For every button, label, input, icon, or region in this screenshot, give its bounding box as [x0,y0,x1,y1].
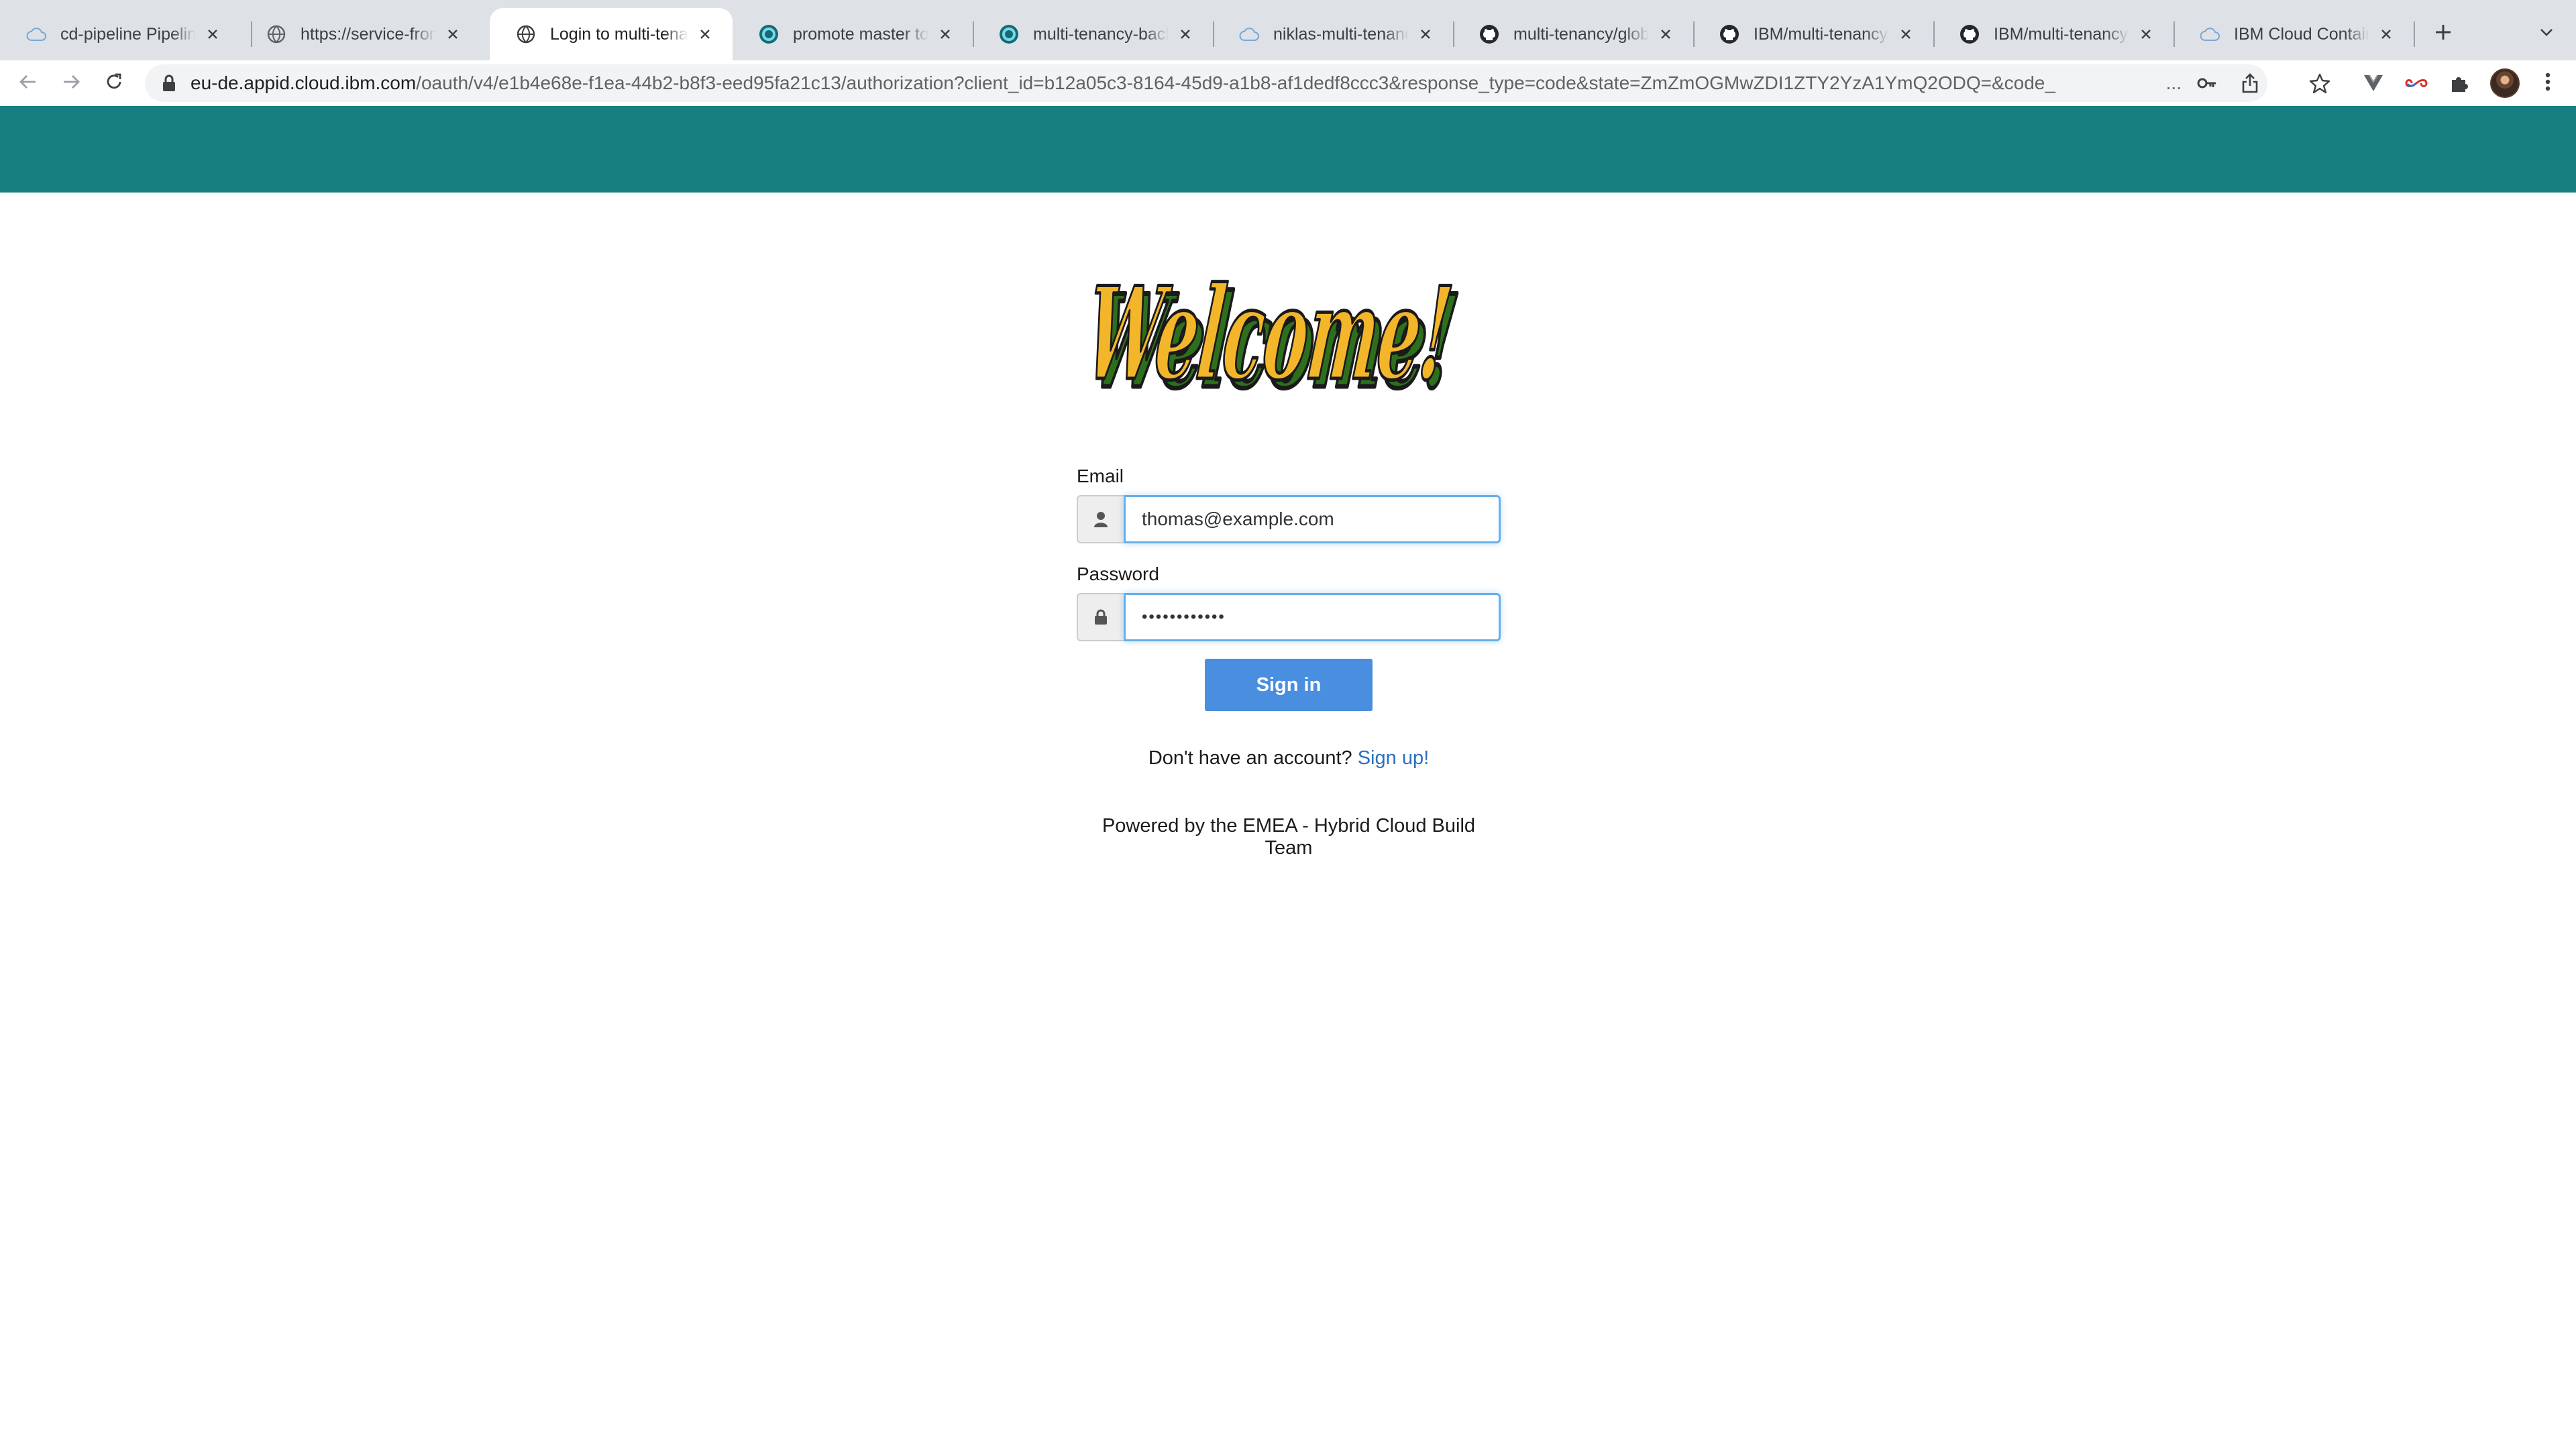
password-input-group [1077,593,1501,641]
forward-button[interactable] [55,67,87,99]
arrow-right-icon [61,72,81,95]
url-ellipsis: ... [2165,72,2182,93]
tab-ibm-cloud-containers[interactable]: IBM Cloud Containers [2174,8,2414,60]
welcome-logo-text: Welcome! [1093,258,1458,408]
plus-icon [2434,23,2453,45]
tab-title: Login to multi-tenancy [550,24,688,44]
tab-search-button[interactable] [2530,17,2563,50]
password-label: Password [1077,564,1159,584]
arrow-left-icon [18,72,38,95]
toolchain-icon [998,23,1020,45]
sign-in-button[interactable]: Sign in [1205,659,1373,711]
close-icon[interactable] [2136,24,2156,44]
toolchain-icon [758,23,780,45]
more-vert-icon [2545,72,2551,95]
close-icon[interactable] [1656,24,1676,44]
tab-niklas-multi-tenancy[interactable]: niklas-multi-tenancy [1213,8,1453,60]
tab-ibm-multi-tenancy-frontend[interactable]: IBM/multi-tenancy-frontend [1933,8,2174,60]
close-icon[interactable] [443,24,463,44]
globe-icon [515,23,537,45]
password-field[interactable] [1124,593,1501,641]
cloud-icon [25,23,47,45]
close-icon[interactable] [1415,24,1436,44]
sign-up-link[interactable]: Sign up! [1358,747,1429,769]
browser-toolbar: eu-de.appid.cloud.ibm.com/oauth/v4/e1b4e… [0,60,2576,106]
tab-multi-tenancy-global[interactable]: multi-tenancy/global [1453,8,1693,60]
powered-by-footer: Powered by the EMEA - Hybrid Cloud Build… [1102,815,1476,859]
tab-service-frontend[interactable]: https://service-frontend [240,8,480,60]
signup-prompt: Don't have an account? [1148,747,1352,769]
lock-icon [160,74,178,93]
tab-promote-master[interactable]: promote master to test [733,8,973,60]
tab-login-active[interactable]: Login to multi-tenancy [490,8,733,60]
profile-avatar[interactable] [2490,68,2520,98]
tab-title: https://service-frontend [301,24,436,44]
cloud-icon [1238,23,1260,45]
email-input-group [1077,495,1501,543]
tab-separator [2414,21,2415,47]
close-icon[interactable] [1175,24,1195,44]
extension-infinity-icon[interactable] [2403,70,2430,97]
address-bar[interactable]: eu-de.appid.cloud.ibm.com/oauth/v4/e1b4e… [145,64,2267,102]
tab-title: cd-pipeline Pipelines [60,24,196,44]
signup-row: Don't have an account? Sign up! [1077,747,1501,769]
email-field[interactable] [1124,495,1501,543]
cloud-icon [2199,23,2220,45]
tab-title: IBM/multi-tenancy-backend [1754,24,1889,44]
close-icon[interactable] [2376,24,2396,44]
close-icon[interactable] [935,24,955,44]
tab-strip: cd-pipeline Pipelines https://service-fr… [0,0,2576,60]
page-header-bar [0,106,2576,193]
user-icon [1077,495,1124,543]
welcome-logo: Welcome! Welcome! [1078,255,1483,419]
github-icon [1959,23,1980,45]
reload-icon [104,72,124,95]
close-icon[interactable] [203,24,223,44]
extensions-puzzle-icon[interactable] [2446,70,2473,97]
bookmark-star-icon[interactable] [2306,70,2333,97]
globe-icon [266,23,287,45]
tab-title: niklas-multi-tenancy [1273,24,1409,44]
github-icon [1719,23,1740,45]
email-label: Email [1077,466,1124,486]
tab-title: multi-tenancy/global [1513,24,1649,44]
close-icon[interactable] [1896,24,1916,44]
lock-icon [1077,593,1124,641]
close-icon[interactable] [695,24,715,44]
tab-ibm-multi-tenancy-backend[interactable]: IBM/multi-tenancy-backend [1693,8,1933,60]
tab-cd-pipeline[interactable]: cd-pipeline Pipelines [0,8,240,60]
browser-menu-button[interactable] [2534,70,2561,97]
tab-multi-tenancy-backend[interactable]: multi-tenancy-backend [973,8,1213,60]
url-host: eu-de.appid.cloud.ibm.com [191,72,417,93]
tab-title: IBM Cloud Containers [2234,24,2369,44]
share-icon[interactable] [2239,72,2261,94]
url-text: eu-de.appid.cloud.ibm.com/oauth/v4/e1b4e… [191,64,2153,102]
tab-title: IBM/multi-tenancy-frontend [1994,24,2129,44]
login-form: Email Password Sign in Don't have an acc… [1077,463,1501,859]
new-tab-button[interactable] [2427,17,2459,50]
tab-title: promote master to test [793,24,928,44]
url-path: /oauth/v4/e1b4e68e-f1ea-44b2-b8f3-eed95f… [416,72,2055,93]
tab-title: multi-tenancy-backend [1033,24,1169,44]
github-icon [1479,23,1500,45]
reload-button[interactable] [98,67,130,99]
back-button[interactable] [12,67,44,99]
key-icon[interactable] [2196,72,2218,94]
chevron-down-icon [2538,24,2555,44]
extension-vue-icon[interactable] [2360,70,2387,97]
